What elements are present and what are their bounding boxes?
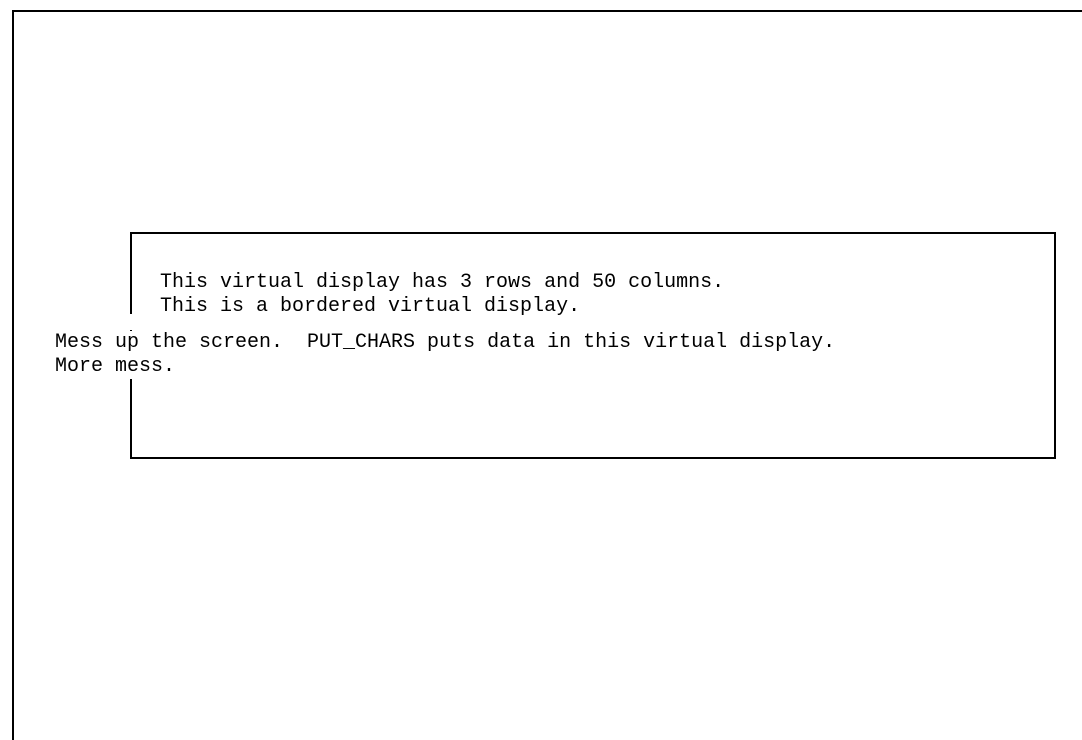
overwritten-border-segment xyxy=(128,314,134,330)
virtual-display-line-2: This is a bordered virtual display. xyxy=(160,295,581,318)
pasteboard-mess-line-1: Mess up the screen. PUT_CHARS puts data … xyxy=(55,331,838,355)
virtual-display-line-1: This virtual display has 3 rows and 50 c… xyxy=(160,271,725,294)
screen-border-left xyxy=(12,10,14,740)
terminal-screen: This virtual display has 3 rows and 50 c… xyxy=(0,0,1082,740)
pasteboard-mess-line-2: More mess. xyxy=(55,355,176,379)
screen-border-top xyxy=(12,10,1082,12)
